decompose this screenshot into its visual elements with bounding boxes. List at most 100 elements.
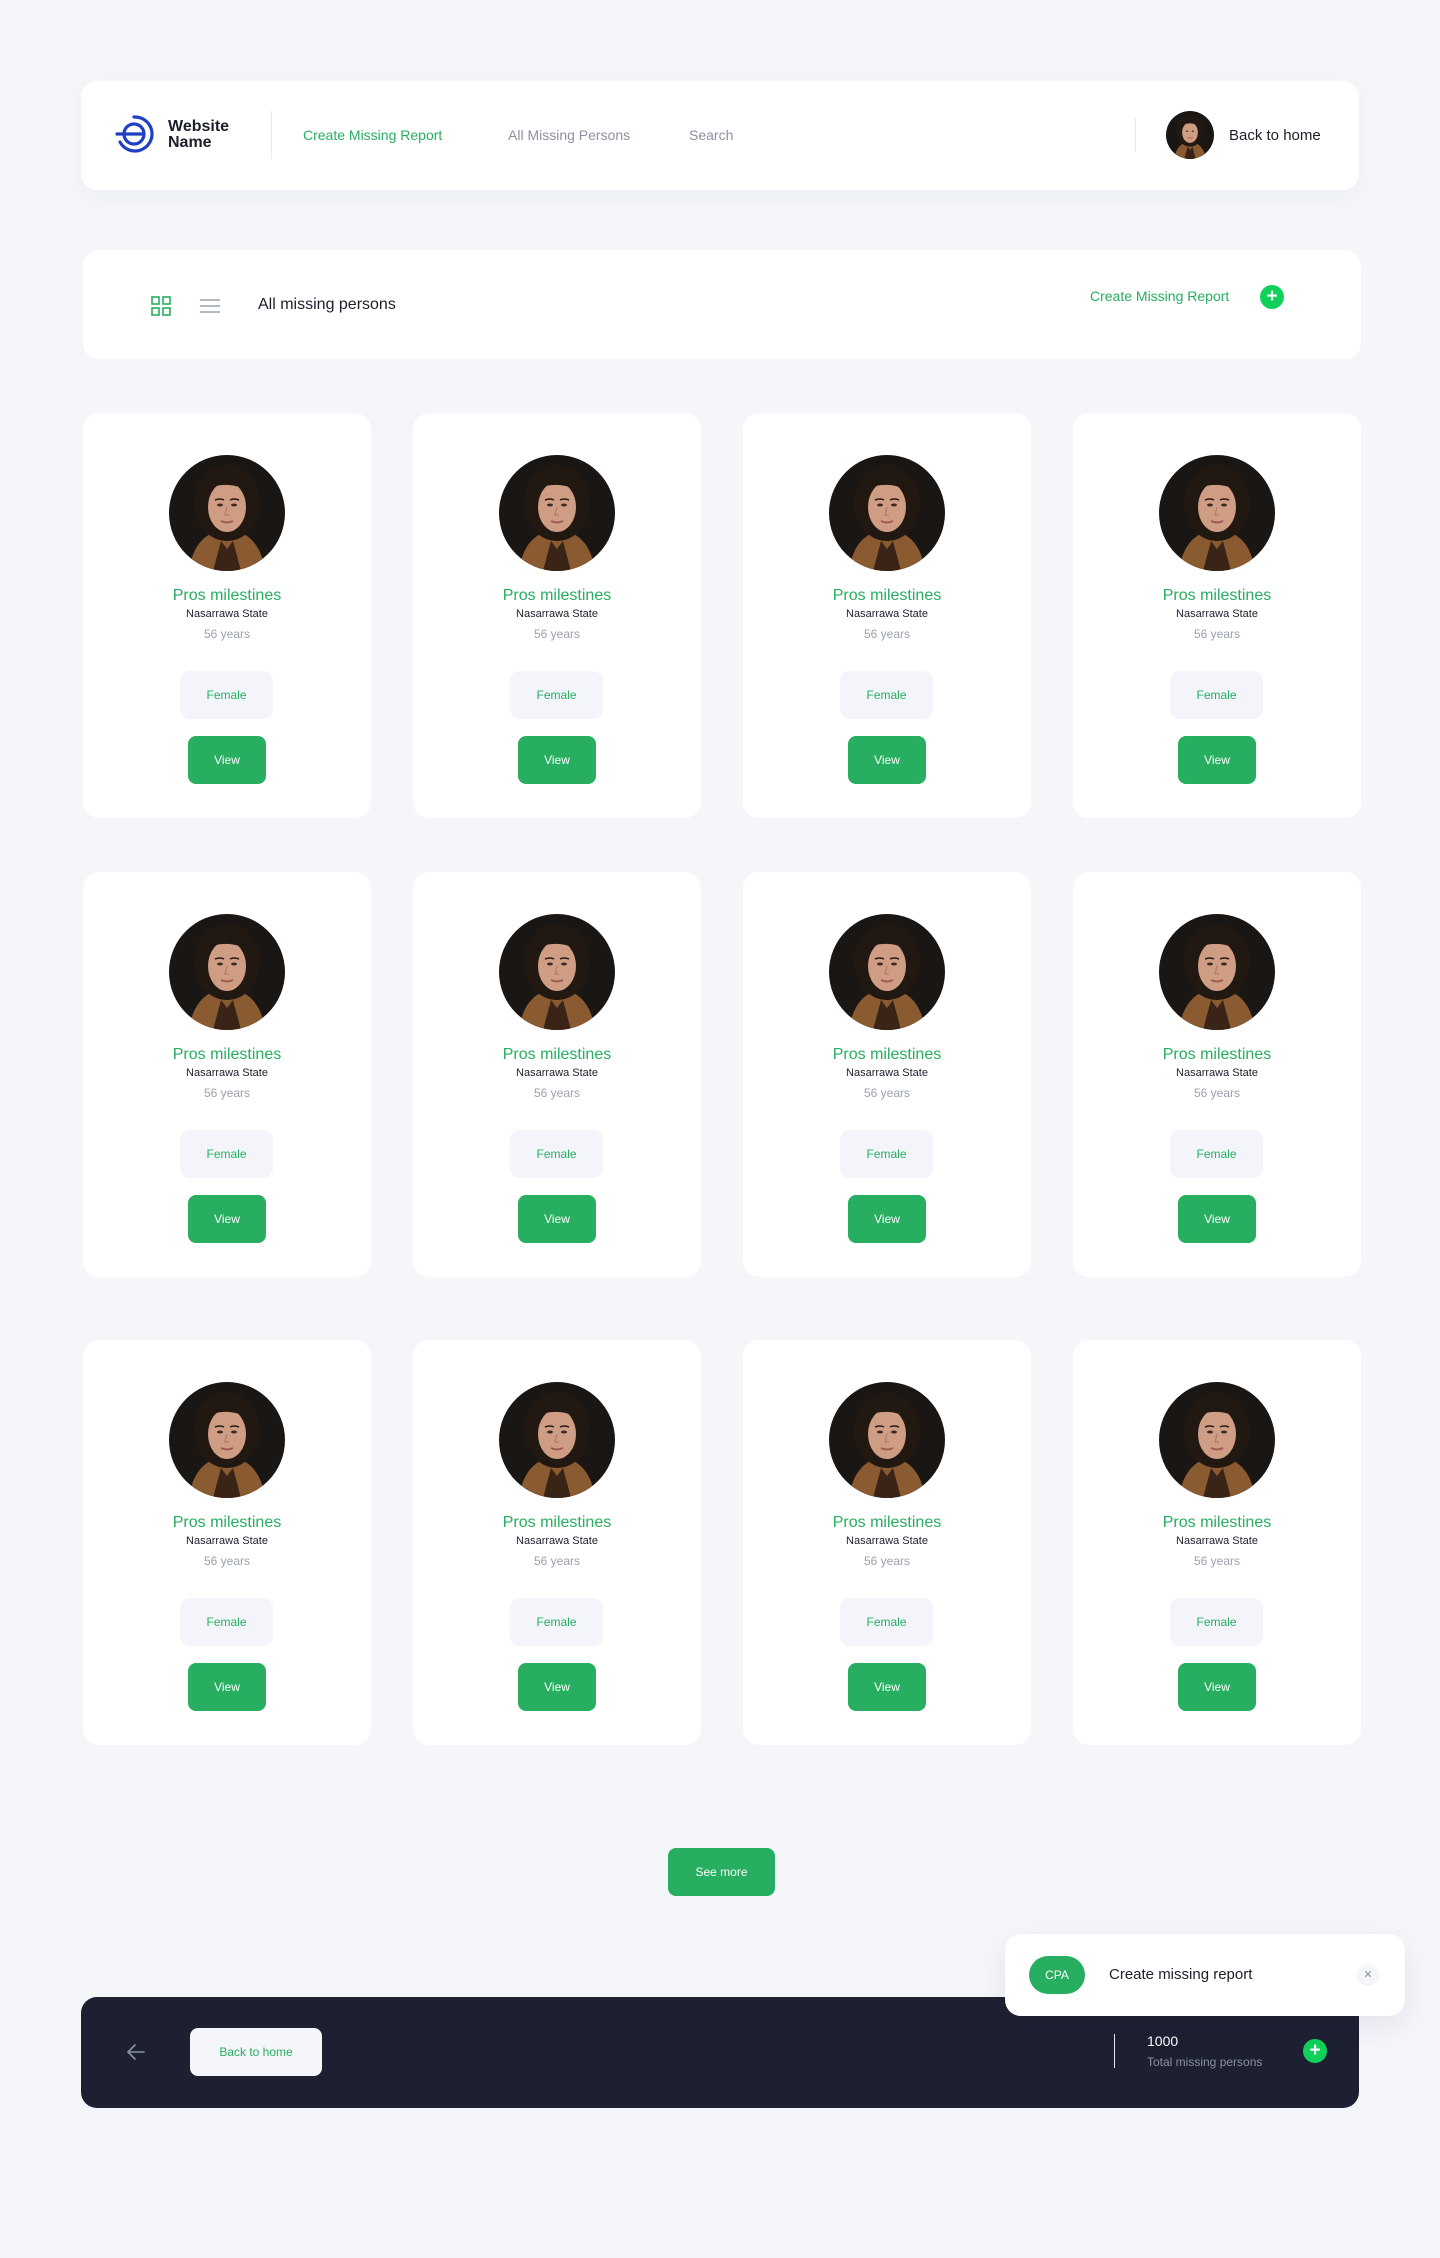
view-button[interactable]: View (188, 1663, 266, 1711)
close-icon[interactable]: ✕ (1357, 1964, 1379, 1986)
person-photo (829, 1382, 945, 1498)
person-state: Nasarrawa State (1176, 1067, 1258, 1079)
list-toolbar: All missing persons Create Missing Repor… (83, 250, 1361, 359)
gender-badge: Female (1170, 1130, 1263, 1178)
gender-badge: Female (180, 1598, 273, 1646)
person-card: Pros milestines Nasarrawa State 56 years… (83, 1340, 371, 1745)
person-photo (1159, 914, 1275, 1030)
brand-name: Website Name (168, 118, 230, 151)
nav-all-missing-persons[interactable]: All Missing Persons (508, 127, 630, 143)
page-title: All missing persons (258, 296, 396, 313)
nav-divider (271, 111, 272, 159)
person-state: Nasarrawa State (1176, 608, 1258, 620)
person-name: Pros milestines (172, 1046, 282, 1063)
grid-view-icon[interactable] (151, 296, 171, 316)
person-name: Pros milestines (832, 1046, 942, 1063)
gender-badge: Female (1170, 671, 1263, 719)
person-card: Pros milestines Nasarrawa State 56 years… (83, 413, 371, 818)
person-state: Nasarrawa State (516, 608, 598, 620)
toast-badge: CPA (1029, 1956, 1085, 1994)
person-photo (829, 914, 945, 1030)
person-age: 56 years (863, 1086, 911, 1100)
top-navbar: Website Name Create Missing Report All M… (81, 81, 1359, 190)
footer-divider (1114, 2034, 1115, 2068)
person-card: Pros milestines Nasarrawa State 56 years… (413, 413, 701, 818)
total-count: 1000 (1147, 2033, 1179, 2049)
person-card: Pros milestines Nasarrawa State 56 years… (83, 872, 371, 1277)
person-state: Nasarrawa State (516, 1535, 598, 1547)
person-photo (829, 455, 945, 571)
person-name: Pros milestines (1162, 1046, 1272, 1063)
view-button[interactable]: View (1178, 1195, 1256, 1243)
person-state: Nasarrawa State (186, 1067, 268, 1079)
person-state: Nasarrawa State (1176, 1535, 1258, 1547)
person-state: Nasarrawa State (186, 1535, 268, 1547)
person-name: Pros milestines (502, 1046, 612, 1063)
person-photo (169, 914, 285, 1030)
gender-badge: Female (510, 1130, 603, 1178)
view-button[interactable]: View (518, 1663, 596, 1711)
view-button[interactable]: View (518, 736, 596, 784)
nav-search[interactable]: Search (689, 127, 733, 143)
person-age: 56 years (1193, 1086, 1241, 1100)
view-button[interactable]: View (518, 1195, 596, 1243)
create-missing-report-link[interactable]: Create Missing Report (1090, 288, 1229, 304)
person-card: Pros milestines Nasarrawa State 56 years… (1073, 872, 1361, 1277)
view-button[interactable]: View (188, 1195, 266, 1243)
arrow-left-icon[interactable] (125, 2041, 147, 2063)
list-view-icon[interactable] (200, 297, 220, 315)
gender-badge: Female (510, 1598, 603, 1646)
person-photo (1159, 1382, 1275, 1498)
person-card: Pros milestines Nasarrawa State 56 years… (413, 872, 701, 1277)
gender-badge: Female (840, 1598, 933, 1646)
person-age: 56 years (203, 627, 251, 641)
view-button[interactable]: View (848, 1195, 926, 1243)
person-card: Pros milestines Nasarrawa State 56 years… (743, 872, 1031, 1277)
nav-create-missing-report[interactable]: Create Missing Report (303, 127, 442, 143)
person-name: Pros milestines (832, 1514, 942, 1531)
view-button[interactable]: View (848, 736, 926, 784)
view-button[interactable]: View (188, 736, 266, 784)
person-age: 56 years (203, 1086, 251, 1100)
back-to-home-link[interactable]: Back to home (1229, 127, 1321, 144)
add-icon[interactable]: + (1303, 2039, 1327, 2063)
person-age: 56 years (203, 1554, 251, 1568)
person-photo (499, 455, 615, 571)
see-more-button[interactable]: See more (668, 1848, 775, 1896)
nav-divider-right (1135, 118, 1136, 152)
person-name: Pros milestines (832, 587, 942, 604)
logo-icon[interactable] (114, 114, 154, 154)
person-age: 56 years (1193, 1554, 1241, 1568)
person-photo (499, 914, 615, 1030)
person-card: Pros milestines Nasarrawa State 56 years… (1073, 1340, 1361, 1745)
gender-badge: Female (1170, 1598, 1263, 1646)
person-state: Nasarrawa State (846, 1067, 928, 1079)
gender-badge: Female (510, 671, 603, 719)
view-button[interactable]: View (1178, 1663, 1256, 1711)
person-card: Pros milestines Nasarrawa State 56 years… (1073, 413, 1361, 818)
toast-notification: CPA Create missing report ✕ (1005, 1934, 1405, 2016)
person-age: 56 years (863, 627, 911, 641)
toast-message[interactable]: Create missing report (1109, 1966, 1252, 1983)
person-name: Pros milestines (172, 587, 282, 604)
user-avatar[interactable] (1166, 111, 1214, 159)
person-photo (499, 1382, 615, 1498)
add-report-icon[interactable]: + (1260, 285, 1284, 309)
person-name: Pros milestines (1162, 587, 1272, 604)
footer-back-to-home-button[interactable]: Back to home (190, 2028, 322, 2076)
person-state: Nasarrawa State (846, 608, 928, 620)
person-card: Pros milestines Nasarrawa State 56 years… (743, 1340, 1031, 1745)
gender-badge: Female (180, 1130, 273, 1178)
person-card: Pros milestines Nasarrawa State 56 years… (743, 413, 1031, 818)
person-age: 56 years (533, 1086, 581, 1100)
person-photo (169, 1382, 285, 1498)
person-photo (1159, 455, 1275, 571)
person-age: 56 years (1193, 627, 1241, 641)
person-name: Pros milestines (502, 1514, 612, 1531)
view-button[interactable]: View (848, 1663, 926, 1711)
gender-badge: Female (840, 1130, 933, 1178)
person-state: Nasarrawa State (846, 1535, 928, 1547)
view-button[interactable]: View (1178, 736, 1256, 784)
person-age: 56 years (533, 1554, 581, 1568)
person-state: Nasarrawa State (516, 1067, 598, 1079)
